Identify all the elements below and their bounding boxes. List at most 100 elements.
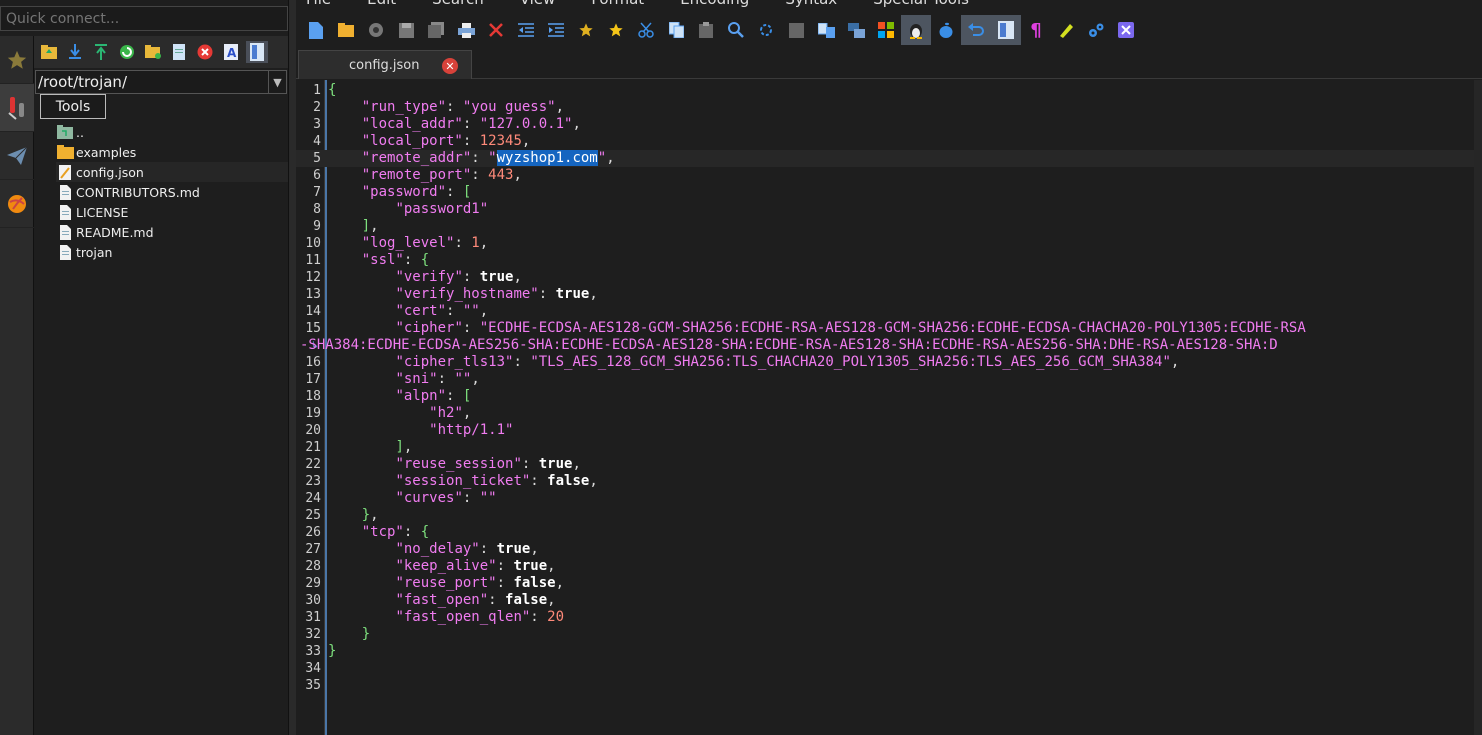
menu-format[interactable]: Format [591, 0, 644, 10]
code-token: true [479, 269, 514, 285]
word-wrap-button[interactable] [991, 15, 1021, 45]
code-text: } [328, 643, 1474, 660]
bookmark-button[interactable] [571, 15, 601, 45]
outdent-button[interactable] [511, 15, 541, 45]
quick-connect-input[interactable] [0, 6, 288, 31]
file-item[interactable]: LICENSE [56, 202, 288, 222]
code-line: 22 "reuse_session": true, [296, 456, 1474, 473]
toggle-panel-button[interactable] [246, 41, 268, 63]
file-item[interactable]: .. [56, 122, 288, 142]
code-token: "remote_addr" [361, 150, 472, 166]
reload-button[interactable] [361, 15, 391, 45]
path-combobox[interactable]: /root/trojan/ ▼ [35, 70, 287, 94]
menu-edit[interactable]: Edit [367, 0, 396, 10]
line-number: 23 [305, 474, 321, 489]
settings-button[interactable] [1081, 15, 1111, 45]
code-token: "cipher" [395, 320, 463, 336]
file-item[interactable]: config.json [56, 162, 288, 182]
code-text: "session_ticket": false, [328, 473, 1474, 490]
code-line: 31 "fast_open_qlen": 20 [296, 609, 1474, 626]
macros-button[interactable] [0, 180, 34, 228]
mac-format-button[interactable] [931, 15, 961, 45]
code-line: 16 "cipher_tls13": "TLS_AES_128_GCM_SHA2… [296, 354, 1474, 371]
compare-button[interactable] [811, 15, 841, 45]
code-token: ] [361, 218, 371, 234]
cut-button[interactable] [631, 15, 661, 45]
new-folder-icon [145, 45, 161, 59]
new-document-button[interactable] [301, 15, 331, 45]
menu-search[interactable]: Search [432, 0, 484, 10]
code-token: false [505, 592, 548, 608]
close-editor-button[interactable] [1111, 15, 1141, 45]
undo-button[interactable] [961, 15, 991, 45]
favorite-button[interactable] [601, 15, 631, 45]
file-item[interactable]: README.md [56, 222, 288, 242]
code-token: "127.0.0.1" [479, 116, 573, 132]
code-token: "verify_hostname" [395, 286, 539, 302]
open-button[interactable] [331, 15, 361, 45]
code-token: : [403, 252, 421, 268]
replace-button[interactable] [751, 15, 781, 45]
upload-button[interactable] [90, 41, 112, 63]
go-to-button[interactable] [781, 15, 811, 45]
highlight-button[interactable] [1051, 15, 1081, 45]
print-button[interactable] [451, 15, 481, 45]
tab-config-json[interactable]: config.json ✕ [298, 50, 472, 79]
code-line: 21 ], [296, 439, 1474, 456]
close-file-button[interactable] [481, 15, 511, 45]
code-token: "cert" [395, 303, 447, 319]
window-button[interactable] [841, 15, 871, 45]
tab-close-icon[interactable]: ✕ [442, 58, 458, 74]
menu-special-tools[interactable]: Special Tools [873, 0, 969, 10]
favorites-button[interactable] [0, 36, 34, 84]
file-item[interactable]: examples [56, 142, 288, 162]
sftp-tools-button[interactable] [0, 84, 34, 132]
delete-button[interactable] [194, 41, 216, 63]
code-text: ], [328, 439, 1474, 456]
file-item[interactable]: trojan [56, 242, 288, 262]
code-token: : [538, 286, 556, 302]
line-number: 33 [305, 644, 321, 659]
chevron-down-icon[interactable]: ▼ [268, 71, 286, 93]
code-editor[interactable]: 1{2 "run_type": "you guess", 3 "local_add… [296, 80, 1474, 735]
new-folder-button[interactable] [142, 41, 164, 63]
tools-tooltip: Tools [40, 94, 106, 119]
windows-format-button[interactable] [871, 15, 901, 45]
linux-format-button[interactable] [901, 15, 931, 45]
file-item[interactable]: CONTRIBUTORS.md [56, 182, 288, 202]
save-button[interactable] [391, 15, 421, 45]
gear-icon [1088, 23, 1103, 37]
menu-encoding[interactable]: Encoding [680, 0, 749, 10]
menu-file[interactable]: File [306, 0, 331, 10]
editor-scrollbar[interactable] [1474, 80, 1482, 735]
rename-button[interactable]: A [220, 41, 242, 63]
parent-folder-icon [56, 124, 74, 140]
code-line: 2 "run_type": "you guess", [296, 99, 1474, 116]
code-text: -SHA384:ECDHE-ECDSA-AES256-SHA:ECDHE-ECD… [300, 337, 1446, 354]
send-button[interactable] [0, 132, 34, 180]
file-name: config.json [76, 164, 144, 180]
code-token: "local_addr" [361, 116, 463, 132]
download-button[interactable] [64, 41, 86, 63]
copy-button[interactable] [661, 15, 691, 45]
indent-button[interactable] [541, 15, 571, 45]
menu-view[interactable]: View [520, 0, 556, 10]
new-file-button[interactable] [168, 41, 190, 63]
save-all-button[interactable] [421, 15, 451, 45]
parent-dir-button[interactable] [38, 41, 60, 63]
code-text: "verify": true, [328, 269, 1474, 286]
code-line: 7 "password": [ [296, 184, 1474, 201]
find-button[interactable] [721, 15, 751, 45]
replace-icon [760, 24, 772, 36]
paste-button[interactable] [691, 15, 721, 45]
code-text: "remote_addr": "wyzshop1.com", [328, 150, 1474, 167]
show-symbols-button[interactable]: ¶ [1021, 15, 1051, 45]
panel-splitter[interactable] [288, 0, 296, 735]
code-token: , [606, 150, 615, 166]
refresh-button[interactable] [116, 41, 138, 63]
star-pen-icon [579, 23, 593, 37]
menu-syntax[interactable]: Syntax [785, 0, 837, 10]
